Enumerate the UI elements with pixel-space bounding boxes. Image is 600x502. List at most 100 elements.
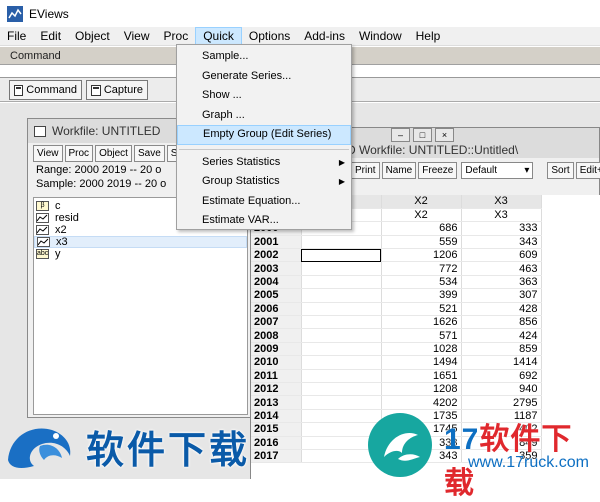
menu-item-show[interactable]: Show ... [177,86,351,106]
menu-item-generate-series[interactable]: Generate Series... [177,67,351,87]
obs-label: 2002 [251,248,302,263]
cell-x3[interactable]: 1414 [461,355,542,370]
empty-cell[interactable] [301,315,382,330]
sort-button[interactable]: Sort [547,161,574,179]
object-name: resid [55,212,79,224]
active-cell[interactable] [301,248,382,263]
cell-x3[interactable]: 428 [461,302,542,317]
cell-x3[interactable]: 307 [461,288,542,303]
menu-file[interactable]: File [0,27,33,46]
menu-help[interactable]: Help [409,27,448,46]
maximize-icon[interactable]: □ [413,128,432,142]
freeze-button[interactable]: Freeze [418,161,458,179]
watermark-url: www.17ruck.com [468,454,589,471]
wf-object-button[interactable]: Object [95,144,132,162]
cell-x3[interactable]: 940 [461,382,542,397]
cell-x2[interactable]: 1626 [381,315,462,330]
menu-view[interactable]: View [117,27,157,46]
empty-cell[interactable] [301,355,382,370]
cell-x3[interactable]: 859 [461,342,542,357]
object-name: c [55,200,61,212]
menu-proc[interactable]: Proc [157,27,196,46]
cell-x2[interactable]: 1651 [381,369,462,383]
empty-cell[interactable] [301,395,382,410]
menu-item-series-statistics[interactable]: Series Statistics ▶ [177,153,351,173]
menu-object[interactable]: Object [68,27,117,46]
menu-window[interactable]: Window [352,27,409,46]
list-item-selected[interactable]: x3 [34,236,247,248]
table-row: 2007 1626 856 [251,315,542,330]
menu-addins[interactable]: Add-ins [297,27,352,46]
display-format-select[interactable]: Default [461,161,534,179]
cell-x3[interactable]: 856 [461,315,542,330]
menu-quick[interactable]: Quick [195,26,242,46]
empty-cell[interactable] [301,302,382,317]
cell-x2[interactable]: 686 [381,221,462,236]
obs-label: 2003 [251,261,302,276]
menu-item-empty-group[interactable]: Empty Group (Edit Series) [177,125,351,145]
cell-x3[interactable]: 343 [461,235,542,250]
edit-toggle-button[interactable]: Edit+/- [575,161,600,179]
obs-label: 2001 [251,235,302,250]
cell-x3[interactable]: 333 [461,221,542,236]
menu-options[interactable]: Options [242,27,297,46]
column-header[interactable]: X2 [381,195,462,209]
cell-x2[interactable]: 399 [381,288,462,303]
menu-item-group-statistics[interactable]: Group Statistics ▶ [177,172,351,192]
menu-item-label: Series Statistics [202,155,281,168]
cell-x3[interactable]: 424 [461,328,542,343]
cell-x2[interactable]: 1208 [381,382,462,397]
cell-x2[interactable]: 559 [381,235,462,250]
menu-item-estimate-equation[interactable]: Estimate Equation... [177,192,351,212]
watermark-right: 17软件下载 www.17ruck.com [368,410,600,500]
cell-x2[interactable]: 534 [381,275,462,290]
tab-command[interactable]: Command [9,80,82,100]
empty-cell[interactable] [301,261,382,276]
app-title: EViews [29,6,69,21]
obs-label: 2010 [251,355,302,370]
cell-x2[interactable]: 772 [381,261,462,276]
cell-x3[interactable]: 463 [461,261,542,276]
empty-cell[interactable] [301,342,382,357]
cell-x3[interactable]: 692 [461,369,542,383]
capture-window-icon [91,84,101,96]
menu-item-estimate-var[interactable]: Estimate VAR... [177,211,351,231]
empty-cell[interactable] [301,275,382,290]
cell-x3[interactable]: 2795 [461,395,542,410]
cell-x2[interactable]: 571 [381,328,462,343]
tab-capture-label: Capture [103,84,143,96]
name-button[interactable]: Name [381,161,417,179]
object-name: x3 [56,236,68,248]
column-header[interactable]: X3 [461,195,542,209]
table-row: 2012 1208 940 [251,382,542,397]
cell-x3[interactable]: 609 [461,248,542,263]
empty-cell[interactable] [301,369,382,383]
minimize-icon[interactable]: – [391,128,410,142]
close-icon[interactable]: × [435,128,454,142]
obs-label: 2006 [251,302,302,317]
cell-x2[interactable]: 1494 [381,355,462,370]
list-item[interactable]: abc y [34,248,247,260]
wf-save-button[interactable]: Save [133,144,165,162]
empty-cell[interactable] [301,288,382,303]
wf-proc-button[interactable]: Proc [64,144,94,162]
cell-x2[interactable]: 521 [381,302,462,317]
print-button[interactable]: Print [351,161,380,179]
cell-x2[interactable]: 1028 [381,342,462,357]
table-row: 2001 559 343 [251,235,542,250]
empty-cell[interactable] [301,328,382,343]
menu-item-sample[interactable]: Sample... [177,47,351,67]
empty-cell[interactable] [301,382,382,397]
series-icon [37,237,50,247]
wf-view-button[interactable]: View [33,144,63,162]
cell-x2[interactable]: 1206 [381,248,462,263]
table-row: 2002 1206 609 [251,248,542,263]
empty-cell[interactable] [301,235,382,250]
table-row: 2006 521 428 [251,302,542,317]
obs-label: 2007 [251,315,302,330]
tab-capture[interactable]: Capture [86,80,148,100]
menu-edit[interactable]: Edit [33,27,68,46]
cell-x2[interactable]: 4202 [381,395,462,410]
cell-x3[interactable]: 363 [461,275,542,290]
menu-item-graph[interactable]: Graph ... [177,106,351,126]
